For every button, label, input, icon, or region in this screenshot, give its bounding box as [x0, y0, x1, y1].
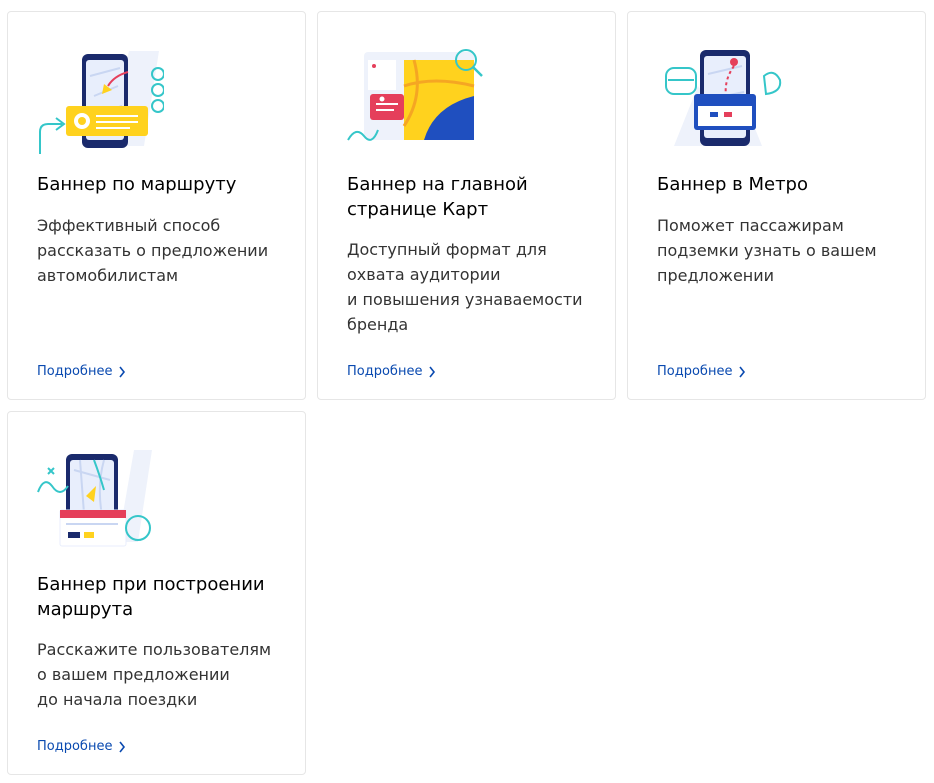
- chevron-right-icon: [119, 366, 126, 378]
- card-description: Поможет пассажирам подземки узнать о ваш…: [657, 216, 877, 285]
- chevron-right-icon: [119, 741, 126, 753]
- more-link[interactable]: Подробнее: [37, 363, 126, 381]
- card-title: Баннер по маршруту: [37, 174, 237, 195]
- card-route-building-banner: Баннер при построении маршрута Расскажит…: [7, 411, 306, 775]
- route-building-banner-illustration: [34, 446, 164, 556]
- chevron-right-icon: [429, 366, 436, 378]
- card-description: Доступный формат для охвата аудитории и …: [347, 240, 583, 334]
- more-link[interactable]: Подробнее: [657, 363, 746, 381]
- card-metro-banner: Баннер в Метро Поможет пассажирам подзем…: [627, 11, 926, 400]
- card-description: Эффективный способ рассказать о предложе…: [37, 216, 269, 285]
- card-description: Расскажите пользователям о вашем предлож…: [37, 640, 272, 709]
- maps-main-banner-illustration: [344, 46, 483, 156]
- chevron-right-icon: [739, 366, 746, 378]
- card-title: Баннер в Метро: [657, 174, 808, 195]
- card-maps-main-banner: Баннер на главной странице Карт Доступны…: [317, 11, 616, 400]
- more-link[interactable]: Подробнее: [347, 363, 436, 381]
- more-link-label: Подробнее: [37, 364, 113, 379]
- more-link-label: Подробнее: [37, 739, 113, 754]
- route-banner-illustration: [34, 46, 165, 156]
- metro-banner-illustration: [654, 46, 784, 156]
- card-title: Баннер при построении маршрута: [37, 574, 265, 620]
- more-link-label: Подробнее: [657, 364, 733, 379]
- more-link-label: Подробнее: [347, 364, 423, 379]
- more-link[interactable]: Подробнее: [37, 738, 126, 756]
- card-title: Баннер на главной странице Карт: [347, 174, 528, 220]
- card-route-banner: Баннер по маршруту Эффективный способ ра…: [7, 11, 306, 400]
